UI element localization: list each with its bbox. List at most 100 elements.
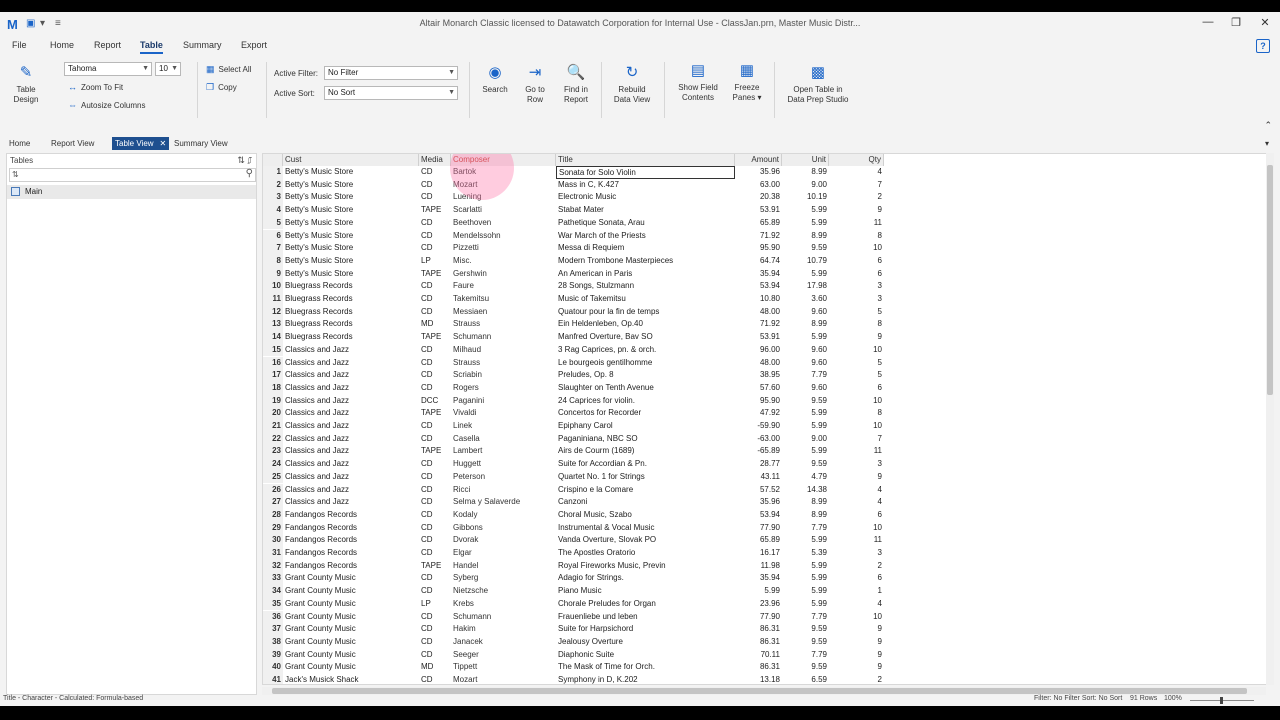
cell-unit[interactable]: 5.99: [782, 560, 829, 573]
row-number[interactable]: 9: [263, 267, 283, 281]
column-header-unit[interactable]: Unit: [782, 154, 829, 166]
cell-title[interactable]: Vanda Overture, Slovak PO: [556, 534, 735, 547]
cell-unit[interactable]: 10.79: [782, 255, 829, 268]
table-row[interactable]: 16 Classics and Jazz CD Strauss Le bourgeois…: [263, 356, 1273, 370]
cell-media[interactable]: CD: [419, 522, 451, 535]
cell-amount[interactable]: 11.98: [735, 560, 782, 573]
cell-cust[interactable]: Betty's Music Store: [283, 191, 419, 204]
cell-media[interactable]: LP: [419, 598, 451, 611]
cell-cust[interactable]: Classics and Jazz: [283, 369, 419, 382]
table-row[interactable]: 36 Grant County Music CD Schumann Frauenlieb…: [263, 610, 1273, 624]
cell-amount[interactable]: 48.00: [735, 357, 782, 370]
cell-cust[interactable]: Classics and Jazz: [283, 344, 419, 357]
cell-media[interactable]: CD: [419, 357, 451, 370]
cell-composer[interactable]: Misc.: [451, 255, 556, 268]
doctab-table-view[interactable]: Table View ✕: [112, 137, 170, 150]
cell-media[interactable]: CD: [419, 674, 451, 684]
cell-qty[interactable]: 11: [829, 217, 884, 230]
cell-title[interactable]: Chorale Preludes for Organ: [556, 598, 735, 611]
cell-qty[interactable]: 2: [829, 560, 884, 573]
cell-composer[interactable]: Pizzetti: [451, 242, 556, 255]
cell-cust[interactable]: Grant County Music: [283, 623, 419, 636]
cell-qty[interactable]: 10: [829, 344, 884, 357]
cell-unit[interactable]: 9.60: [782, 344, 829, 357]
cell-media[interactable]: CD: [419, 649, 451, 662]
cell-amount[interactable]: 53.94: [735, 509, 782, 522]
cell-unit[interactable]: 9.59: [782, 242, 829, 255]
cell-amount[interactable]: 65.89: [735, 217, 782, 230]
cell-composer[interactable]: Hakim: [451, 623, 556, 636]
cell-amount[interactable]: 16.17: [735, 547, 782, 560]
tab-report[interactable]: Report: [94, 40, 121, 50]
cell-title[interactable]: Diaphonic Suite: [556, 649, 735, 662]
rebuild-data-view-button[interactable]: ↻ Rebuild Data View: [610, 64, 654, 105]
cell-title[interactable]: Royal Fireworks Music, Previn: [556, 560, 735, 573]
cell-media[interactable]: TAPE: [419, 560, 451, 573]
cell-composer[interactable]: Rogers: [451, 382, 556, 395]
cell-amount[interactable]: 35.94: [735, 572, 782, 585]
row-number[interactable]: 33: [263, 572, 283, 586]
table-row[interactable]: 19 Classics and Jazz DCC Paganini 24 Caprice…: [263, 394, 1273, 408]
row-number[interactable]: 4: [263, 204, 283, 217]
cell-media[interactable]: CD: [419, 293, 451, 306]
table-row[interactable]: 26 Classics and Jazz CD Ricci Crispino e la …: [263, 483, 1273, 497]
cell-title[interactable]: Quatour pour la fin de temps: [556, 306, 735, 319]
select-all-button[interactable]: ▦ Select All: [206, 64, 251, 75]
cell-qty[interactable]: 6: [829, 509, 884, 522]
cell-unit[interactable]: 5.99: [782, 420, 829, 433]
table-row[interactable]: 25 Classics and Jazz CD Peterson Quartet No.…: [263, 470, 1273, 484]
tab-table[interactable]: Table: [140, 40, 163, 54]
table-row[interactable]: 22 Classics and Jazz CD Casella Paganiniana,…: [263, 432, 1273, 446]
collapse-ribbon-icon[interactable]: ⌃: [1264, 120, 1272, 131]
cell-qty[interactable]: 10: [829, 420, 884, 433]
cell-cust[interactable]: Jack's Musick Shack: [283, 674, 419, 684]
cell-amount[interactable]: 48.00: [735, 306, 782, 319]
cell-composer[interactable]: Peterson: [451, 471, 556, 484]
tab-home[interactable]: Home: [50, 40, 74, 50]
cell-composer[interactable]: Syberg: [451, 572, 556, 585]
cell-composer[interactable]: Strauss: [451, 318, 556, 331]
cell-qty[interactable]: 9: [829, 204, 884, 217]
cell-composer[interactable]: Seeger: [451, 649, 556, 662]
cell-media[interactable]: CD: [419, 179, 451, 192]
row-number[interactable]: 5: [263, 216, 283, 230]
cell-cust[interactable]: Classics and Jazz: [283, 496, 419, 509]
cell-qty[interactable]: 10: [829, 611, 884, 624]
cell-amount[interactable]: -59.90: [735, 420, 782, 433]
cell-media[interactable]: CD: [419, 611, 451, 624]
cell-composer[interactable]: Milhaud: [451, 344, 556, 357]
column-header-qty[interactable]: Qty: [829, 154, 884, 166]
cell-qty[interactable]: 8: [829, 407, 884, 420]
cell-title[interactable]: Piano Music: [556, 585, 735, 598]
minimize-button[interactable]: —: [1196, 16, 1220, 28]
cell-media[interactable]: MD: [419, 661, 451, 674]
cell-amount[interactable]: 95.90: [735, 242, 782, 255]
row-number[interactable]: 22: [263, 432, 283, 446]
row-number[interactable]: 16: [263, 356, 283, 370]
column-header-cust[interactable]: Cust: [283, 154, 419, 166]
cell-cust[interactable]: Grant County Music: [283, 661, 419, 674]
autosize-columns-button[interactable]: ⇔ Autosize Columns: [68, 100, 145, 110]
cell-unit[interactable]: 7.79: [782, 611, 829, 624]
table-row[interactable]: 4 Betty's Music Store TAPE Scarlatti Stabat …: [263, 204, 1273, 217]
cell-qty[interactable]: 2: [829, 674, 884, 684]
cell-composer[interactable]: Mendelssohn: [451, 230, 556, 243]
cell-cust[interactable]: Fandangos Records: [283, 534, 419, 547]
cell-composer[interactable]: Mozart: [451, 179, 556, 192]
cell-unit[interactable]: 4.79: [782, 471, 829, 484]
cell-media[interactable]: CD: [419, 585, 451, 598]
cell-cust[interactable]: Bluegrass Records: [283, 331, 419, 344]
vertical-scrollbar[interactable]: [1266, 153, 1274, 685]
table-row[interactable]: 12 Bluegrass Records CD Messiaen Quatour pou…: [263, 305, 1273, 319]
cell-cust[interactable]: Classics and Jazz: [283, 458, 419, 471]
cell-unit[interactable]: 5.99: [782, 204, 829, 217]
cell-title[interactable]: Pathetique Sonata, Arau: [556, 217, 735, 230]
row-number[interactable]: 7: [263, 242, 283, 255]
cell-composer[interactable]: Takemitsu: [451, 293, 556, 306]
cell-media[interactable]: CD: [419, 242, 451, 255]
cell-unit[interactable]: 8.99: [782, 230, 829, 243]
table-row[interactable]: 15 Classics and Jazz CD Milhaud 3 Rag Capric…: [263, 343, 1273, 357]
row-number[interactable]: 32: [263, 559, 283, 573]
cell-composer[interactable]: Mozart: [451, 674, 556, 684]
cell-unit[interactable]: 9.59: [782, 395, 829, 408]
